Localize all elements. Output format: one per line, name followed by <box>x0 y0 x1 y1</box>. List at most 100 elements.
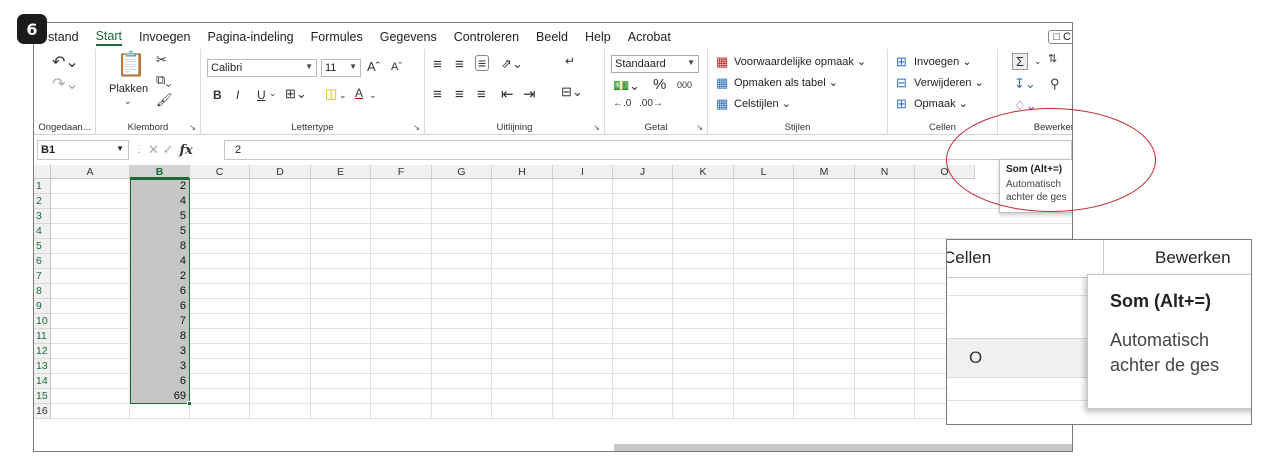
currency-icon[interactable]: 💵⌄ <box>613 79 640 92</box>
column-header-d[interactable]: D <box>250 165 311 179</box>
row-header-10[interactable]: 10 <box>34 314 51 329</box>
percent-button[interactable]: % <box>653 77 666 92</box>
column-header-k[interactable]: K <box>673 165 734 179</box>
row-header-8[interactable]: 8 <box>34 284 51 299</box>
font-size-combo[interactable]: 11 ▼ <box>321 59 361 77</box>
row-header-12[interactable]: 12 <box>34 344 51 359</box>
copy-icon[interactable]: ⧉⌄ <box>156 73 171 86</box>
column-header-h[interactable]: H <box>492 165 553 179</box>
clear-icon[interactable]: ♢⌄ <box>1014 99 1037 112</box>
align-left-icon[interactable]: ≡ <box>433 87 442 102</box>
tab-invoegen[interactable]: Invoegen <box>139 30 190 44</box>
format-cells-button[interactable]: Opmaak ⌄ <box>914 98 968 110</box>
cell-b3[interactable]: 5 <box>130 209 186 224</box>
orientation-icon[interactable]: ⇗⌄ <box>501 57 523 70</box>
bold-button[interactable]: B <box>213 89 222 101</box>
paste-button[interactable]: Plakken <box>109 83 148 95</box>
tab-help[interactable]: Help <box>585 30 611 44</box>
format-as-table-button[interactable]: Opmaken als tabel ⌄ <box>734 77 838 89</box>
borders-icon[interactable]: ⊞⌄ <box>285 87 307 100</box>
formula-bar-grip[interactable]: ⋮ <box>134 144 144 155</box>
cell-b6[interactable]: 4 <box>130 254 186 269</box>
select-all-corner[interactable] <box>34 165 51 179</box>
font-launcher-icon[interactable]: ↘ <box>413 123 420 132</box>
tab-start[interactable]: Start <box>95 29 122 46</box>
number-format-combo[interactable]: Standaard ▼ <box>611 55 699 73</box>
thousands-button[interactable]: 000 <box>677 81 692 90</box>
column-header-c[interactable]: C <box>190 165 250 179</box>
cell-b4[interactable]: 5 <box>130 224 186 239</box>
column-header-e[interactable]: E <box>311 165 371 179</box>
row-header-5[interactable]: 5 <box>34 239 51 254</box>
tab-acrobat[interactable]: Acrobat <box>628 30 671 44</box>
comments-button[interactable]: □ C <box>1048 30 1072 44</box>
column-header-o[interactable]: O <box>915 165 975 179</box>
row-header-14[interactable]: 14 <box>34 374 51 389</box>
undo-icon[interactable]: ↶⌄ <box>52 55 79 71</box>
font-color-dropdown-icon[interactable]: ⌄ <box>369 91 377 100</box>
align-bottom-icon[interactable]: ≡ <box>475 55 490 71</box>
row-header-3[interactable]: 3 <box>34 209 51 224</box>
cell-b15[interactable]: 69 <box>130 389 186 404</box>
paste-icon[interactable]: 📋 <box>116 53 146 77</box>
insert-function-button[interactable]: fx <box>179 143 192 158</box>
column-header-l[interactable]: L <box>734 165 794 179</box>
tab-beeld[interactable]: Beeld <box>536 30 568 44</box>
format-painter-icon[interactable]: 🖌 <box>156 93 173 106</box>
column-header-a[interactable]: A <box>51 165 130 179</box>
row-header-6[interactable]: 6 <box>34 254 51 269</box>
cell-styles-button[interactable]: Celstijlen ⌄ <box>734 98 791 110</box>
tab-controleren[interactable]: Controleren <box>454 30 519 44</box>
redo-icon[interactable]: ↷⌄ <box>52 77 79 93</box>
paste-dropdown-icon[interactable]: ⌄ <box>124 97 132 106</box>
cell-b9[interactable]: 6 <box>130 299 186 314</box>
row-header-1[interactable]: 1 <box>34 179 51 194</box>
decrease-font-icon[interactable]: Aˇ <box>391 62 402 73</box>
align-right-icon[interactable]: ≡ <box>477 87 486 102</box>
fill-icon[interactable]: ↧⌄ <box>1014 77 1036 90</box>
tab-gegevens[interactable]: Gegevens <box>380 30 437 44</box>
cell-b12[interactable]: 3 <box>130 344 186 359</box>
increase-indent-icon[interactable]: ⇥ <box>523 87 536 102</box>
cell-b14[interactable]: 6 <box>130 374 186 389</box>
alignment-launcher-icon[interactable]: ↘ <box>593 123 600 132</box>
decrease-indent-icon[interactable]: ⇤ <box>501 87 514 102</box>
column-header-i[interactable]: I <box>553 165 613 179</box>
tab-pagina-indeling[interactable]: Pagina-indeling <box>207 30 293 44</box>
align-center-icon[interactable]: ≡ <box>455 87 464 102</box>
conditional-format-button[interactable]: Voorwaardelijke opmaak ⌄ <box>734 56 866 68</box>
merge-center-icon[interactable]: ⊟⌄ <box>561 85 583 98</box>
column-header-f[interactable]: F <box>371 165 432 179</box>
cell-b5[interactable]: 8 <box>130 239 186 254</box>
insert-cells-button[interactable]: Invoegen ⌄ <box>914 56 972 68</box>
font-name-combo[interactable]: Calibri ▼ <box>207 59 317 77</box>
cell-b2[interactable]: 4 <box>130 194 186 209</box>
name-box[interactable]: B1 ▼ <box>37 140 129 160</box>
increase-font-icon[interactable]: Aˆ <box>367 60 380 73</box>
align-top-icon[interactable]: ≡ <box>433 57 442 72</box>
horizontal-scrollbar[interactable] <box>614 444 1072 451</box>
align-middle-icon[interactable]: ≡ <box>455 57 464 72</box>
row-header-9[interactable]: 9 <box>34 299 51 314</box>
fill-handle[interactable] <box>187 401 192 406</box>
cancel-icon[interactable]: ✕ <box>148 142 159 157</box>
number-launcher-icon[interactable]: ↘ <box>696 123 703 132</box>
column-header-m[interactable]: M <box>794 165 855 179</box>
autosum-button[interactable]: Σ <box>1012 53 1029 70</box>
sort-filter-icon[interactable]: ⇅ <box>1048 54 1057 65</box>
italic-button[interactable]: I <box>236 89 239 101</box>
row-header-16[interactable]: 16 <box>34 404 51 419</box>
find-icon[interactable]: ⚲ <box>1050 77 1060 90</box>
row-header-7[interactable]: 7 <box>34 269 51 284</box>
cell-b1[interactable]: 2 <box>130 179 186 194</box>
row-header-2[interactable]: 2 <box>34 194 51 209</box>
cell-b10[interactable]: 7 <box>130 314 186 329</box>
delete-cells-button[interactable]: Verwijderen ⌄ <box>914 77 984 89</box>
decrease-decimal-icon[interactable]: .00→ <box>639 99 663 109</box>
wrap-text-icon[interactable]: ↵ <box>565 55 575 67</box>
underline-button[interactable]: U <box>257 89 266 101</box>
column-header-b[interactable]: B <box>130 165 190 179</box>
column-header-j[interactable]: J <box>613 165 673 179</box>
row-header-13[interactable]: 13 <box>34 359 51 374</box>
fill-dropdown-icon[interactable]: ⌄ <box>339 91 347 100</box>
